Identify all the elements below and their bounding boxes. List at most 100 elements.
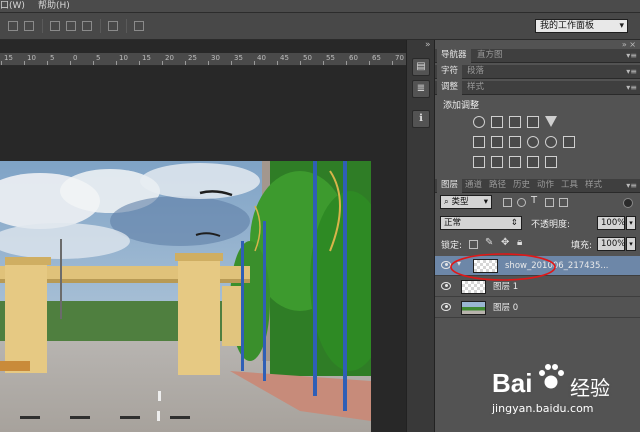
shape-filter-icon[interactable]	[545, 198, 554, 207]
menu-help[interactable]: 帮助(H)	[38, 0, 70, 12]
gradient-map-icon[interactable]	[527, 156, 539, 168]
tab-navigator[interactable]: 导航器	[437, 49, 471, 63]
panel-menu-icon[interactable]: ▾≡	[626, 49, 637, 62]
fill-input[interactable]: 100%	[597, 237, 625, 251]
smart-object-filter-icon[interactable]	[559, 198, 568, 207]
channel-mixer-icon[interactable]	[545, 136, 557, 148]
tab-history[interactable]: 历史	[509, 179, 534, 193]
ruler-tick	[185, 61, 186, 65]
lock-position-icon[interactable]: ✥	[501, 237, 509, 248]
panel-menu-icon[interactable]: ▾≡	[626, 179, 637, 192]
align-middle-icon[interactable]	[24, 21, 34, 31]
photo-filter-icon[interactable]	[527, 136, 539, 148]
pixel-filter-icon[interactable]	[503, 198, 512, 207]
ruler-tick	[139, 61, 140, 65]
layer-name[interactable]: 图层 0	[493, 298, 518, 318]
exposure-icon[interactable]	[527, 116, 539, 128]
tab-tools[interactable]: 工具	[557, 179, 582, 193]
ruler-tick	[1, 61, 2, 65]
divider	[100, 19, 101, 33]
hue-saturation-icon[interactable]	[473, 136, 485, 148]
menu-window[interactable]: 口(W)	[0, 0, 25, 12]
ruler-label: 40	[257, 54, 266, 62]
blend-mode-label: 正常	[444, 218, 462, 228]
filter-toggle[interactable]	[623, 198, 633, 208]
adjustments-tab-row: 调整 样式 ▾≡	[435, 81, 640, 95]
eye-icon[interactable]	[441, 303, 451, 311]
tab-paths[interactable]: 路径	[485, 179, 510, 193]
info-panel-icon[interactable]: ℹ	[412, 110, 430, 128]
properties-panel-icon[interactable]: ≣	[412, 80, 430, 98]
annotation-ellipse	[450, 253, 556, 281]
ruler-label: 25	[188, 54, 197, 62]
filter-kind-label: 类型	[451, 197, 469, 207]
brightness-icon[interactable]	[473, 116, 485, 128]
opacity-slider-button[interactable]: ▾	[626, 216, 636, 230]
ruler-tick	[323, 61, 324, 65]
panel-menu-icon[interactable]: ▾≡	[626, 65, 637, 78]
tab-character[interactable]: 字符	[437, 65, 463, 79]
black-white-icon[interactable]	[509, 136, 521, 148]
ruler-label: 0	[73, 54, 78, 62]
ruler-label: 30	[211, 54, 220, 62]
tab-layer-styles[interactable]: 样式	[581, 179, 606, 193]
ruler-label: 10	[27, 54, 36, 62]
layer-filter-select[interactable]: ⌕ 类型 ▾	[440, 195, 492, 209]
lock-transparent-icon[interactable]	[469, 240, 478, 249]
levels-icon[interactable]	[491, 116, 503, 128]
watermark-brand: Bai	[492, 368, 533, 398]
tab-actions[interactable]: 动作	[533, 179, 558, 193]
opacity-input[interactable]: 100%	[597, 216, 625, 230]
chevron-down-icon: ▾	[483, 197, 488, 207]
blend-mode-select[interactable]: 正常 ⇕	[440, 216, 522, 230]
ruler-tick	[369, 61, 370, 65]
ruler-tick	[47, 61, 48, 65]
auto-align-icon[interactable]	[134, 21, 144, 31]
panel-collapse-icon[interactable]: » ×	[622, 40, 636, 49]
fill-slider-button[interactable]: ▾	[626, 237, 636, 251]
document-image[interactable]	[0, 161, 371, 432]
panel-menu-icon[interactable]: ▾≡	[626, 81, 637, 94]
lock-all-icon[interactable]: 🔒︎	[517, 237, 522, 248]
tab-adjustments[interactable]: 调整	[437, 81, 463, 95]
curves-icon[interactable]	[509, 116, 521, 128]
chevron-down-icon: ⇕	[510, 218, 518, 228]
vibrance-icon[interactable]	[545, 116, 557, 127]
ruler-label: 70	[395, 54, 404, 62]
color-lookup-icon[interactable]	[563, 136, 575, 148]
tab-styles[interactable]: 样式	[463, 81, 488, 95]
color-balance-icon[interactable]	[491, 136, 503, 148]
posterize-icon[interactable]	[491, 156, 503, 168]
layer-thumbnail	[461, 301, 486, 315]
layer-row[interactable]: 图层 0	[435, 298, 640, 318]
ruler-label: 35	[234, 54, 243, 62]
chevron-down-icon: ▾	[619, 21, 624, 31]
selective-color-icon[interactable]	[545, 156, 557, 168]
tab-layers[interactable]: 图层	[437, 179, 463, 193]
adjustment-filter-icon[interactable]	[517, 198, 526, 207]
tab-paragraph[interactable]: 段落	[463, 65, 488, 79]
ruler-label: 5	[96, 54, 101, 62]
tab-histogram[interactable]: 直方图	[473, 49, 507, 63]
workspace-select[interactable]: 我的工作面板 ▾	[535, 19, 628, 33]
history-panel-icon[interactable]: ▤	[412, 58, 430, 76]
collapse-icon[interactable]: »	[425, 40, 431, 50]
menu-bar: 口(W) 帮助(H)	[0, 0, 640, 13]
navigator-tab-row: 导航器 直方图 ▾≡	[435, 49, 640, 63]
threshold-icon[interactable]	[509, 156, 521, 168]
character-tab-row: 字符 段落 ▾≡	[435, 65, 640, 79]
lock-pixels-icon[interactable]: ✎	[485, 237, 493, 248]
invert-icon[interactable]	[473, 156, 485, 168]
options-bar: 我的工作面板 ▾	[0, 13, 640, 40]
ruler-label: 55	[326, 54, 335, 62]
align-top-icon[interactable]	[8, 21, 18, 31]
distribute-center-icon[interactable]	[66, 21, 76, 31]
type-filter-icon[interactable]: T	[531, 195, 537, 206]
distribute-right-icon[interactable]	[82, 21, 92, 31]
workspace-label: 我的工作面板	[540, 21, 595, 31]
distribute-left-icon[interactable]	[50, 21, 60, 31]
tab-channels[interactable]: 通道	[461, 179, 486, 193]
ruler-label: 50	[303, 54, 312, 62]
distribute-top-icon[interactable]	[108, 21, 118, 31]
ruler-label: 5	[50, 54, 55, 62]
